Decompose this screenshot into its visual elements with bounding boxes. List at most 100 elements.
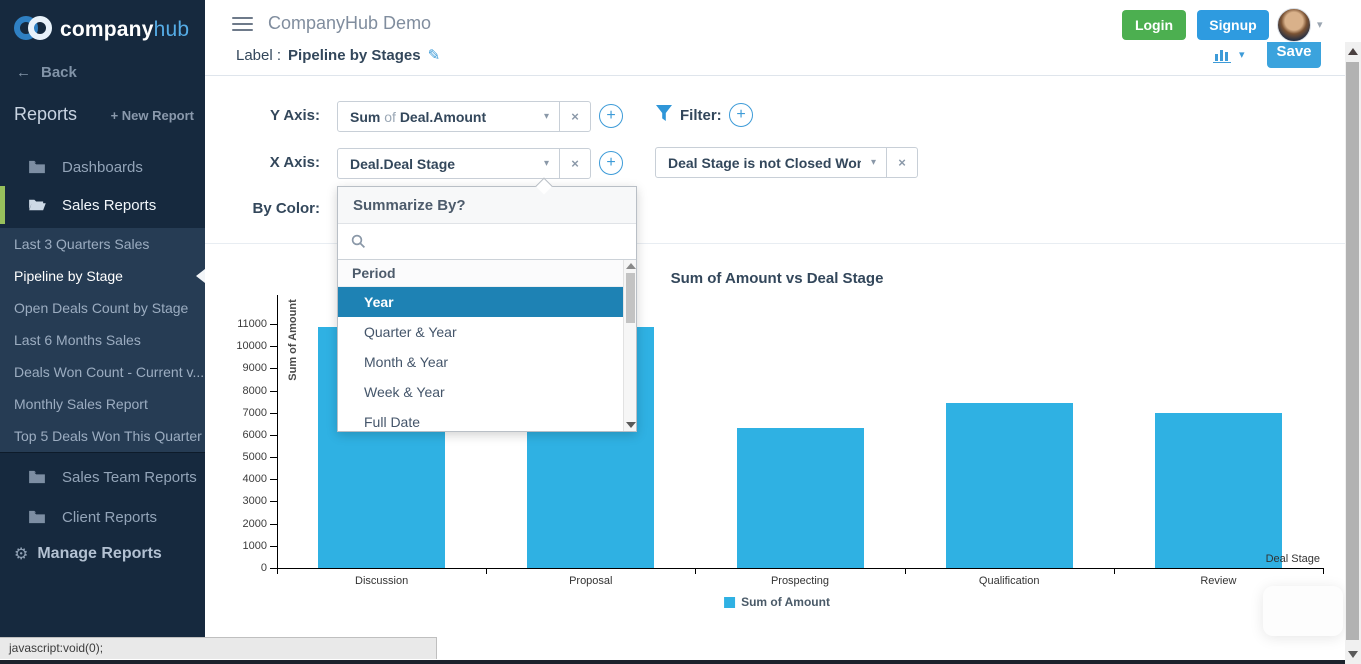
legend-item[interactable]: Sum of Amount xyxy=(724,595,830,609)
y-axis-dropdown[interactable]: Sum of Deal.Amount ▾ × xyxy=(337,101,591,132)
popover-group-header: Period xyxy=(338,260,636,287)
active-folder-indicator xyxy=(0,186,5,224)
signup-button[interactable]: Signup xyxy=(1197,10,1269,40)
x-tick-mark xyxy=(905,568,906,574)
hamburger-menu-icon[interactable] xyxy=(232,17,253,32)
x-axis-add-button[interactable]: + xyxy=(599,151,623,175)
x-tick-mark xyxy=(1114,568,1115,574)
y-tick-mark xyxy=(270,368,277,369)
y-tick-mark xyxy=(270,479,277,480)
y-tick-mark xyxy=(270,346,277,347)
sidebar-report-item[interactable]: Pipeline by Stage xyxy=(0,260,205,292)
y-axis-label: Y Axis: xyxy=(205,107,320,124)
y-tick-label: 1000 xyxy=(223,540,267,552)
x-category-label: Proposal xyxy=(486,575,695,587)
edit-pencil-icon[interactable]: ✎ xyxy=(428,46,441,64)
filter-label: Filter: xyxy=(680,107,722,124)
search-icon xyxy=(351,234,366,249)
scrollbar-up-icon[interactable] xyxy=(1348,48,1358,55)
bottom-edge-strip xyxy=(0,660,1345,664)
chart-y-axis-line xyxy=(277,295,278,568)
gear-icon: ⚙ xyxy=(14,544,28,563)
sidebar-item-sales-reports[interactable]: Sales Reports xyxy=(0,186,205,224)
page-title: CompanyHub Demo xyxy=(268,13,431,34)
popover-scrollbar[interactable] xyxy=(623,260,636,431)
y-tick-label: 11000 xyxy=(223,318,267,330)
bar-review[interactable] xyxy=(1155,413,1282,568)
popover-item[interactable]: Month & Year xyxy=(338,347,636,377)
back-button[interactable]: ← Back xyxy=(16,64,77,81)
chat-widget-button[interactable] xyxy=(1263,586,1343,636)
popover-item[interactable]: Week & Year xyxy=(338,377,636,407)
y-tick-label: 5000 xyxy=(223,451,267,463)
sidebar-item-sales-team-reports[interactable]: Sales Team Reports xyxy=(0,458,205,496)
filter-condition-dropdown[interactable]: Deal Stage is not Closed Won... ▾ × xyxy=(655,147,918,178)
chevron-down-icon: ▾ xyxy=(861,157,886,168)
filter-condition-value: Deal Stage is not Closed Won... xyxy=(656,155,861,171)
scrollbar-down-icon[interactable] xyxy=(1348,651,1358,658)
x-tick-mark xyxy=(486,568,487,574)
bar-qualification[interactable] xyxy=(946,403,1073,568)
filter-remove-button[interactable]: × xyxy=(886,148,917,177)
sidebar-report-item[interactable]: Last 3 Quarters Sales xyxy=(0,228,205,260)
chart-title: Sum of Amount vs Deal Stage xyxy=(671,270,884,287)
app-window: companyhub ← Back Reports + New Report D… xyxy=(0,0,1361,664)
sidebar-report-item[interactable]: Deals Won Count - Current v... xyxy=(0,356,205,388)
x-axis-dropdown[interactable]: Deal.Deal Stage ▾ × xyxy=(337,148,591,179)
y-tick-mark xyxy=(270,524,277,525)
x-axis-label: X Axis: xyxy=(205,154,320,171)
chart-type-button[interactable]: ▾ xyxy=(1213,46,1245,63)
main-content: CompanyHub Demo Login Signup ▾ Label : P… xyxy=(205,0,1361,664)
popover-item[interactable]: Quarter & Year xyxy=(338,317,636,347)
save-button[interactable]: Save xyxy=(1267,42,1321,68)
y-axis-add-button[interactable]: + xyxy=(599,104,623,128)
search-input[interactable] xyxy=(374,224,636,259)
popover-item[interactable]: Year xyxy=(338,287,636,317)
report-list: Last 3 Quarters SalesPipeline by StageOp… xyxy=(0,228,205,452)
popover-list: Period YearQuarter & YearMonth & YearWee… xyxy=(338,260,636,431)
scroll-down-icon[interactable] xyxy=(626,422,636,428)
filter-add-button[interactable]: + xyxy=(729,103,753,127)
label-prefix: Label : xyxy=(236,47,281,64)
sidebar-report-item[interactable]: Monthly Sales Report xyxy=(0,388,205,420)
y-tick-label: 8000 xyxy=(223,385,267,397)
sidebar-report-item[interactable]: Open Deals Count by Stage xyxy=(0,292,205,324)
new-report-button[interactable]: + New Report xyxy=(111,108,194,123)
popover-item[interactable]: Full Date xyxy=(338,407,636,431)
login-button[interactable]: Login xyxy=(1122,10,1186,40)
companyhub-logo[interactable]: companyhub xyxy=(14,12,189,48)
sidebar-item-dashboards[interactable]: Dashboards xyxy=(0,148,205,186)
avatar-caret-icon[interactable]: ▾ xyxy=(1317,18,1323,31)
companyhub-logo-icon xyxy=(14,16,56,44)
chart-y-axis-title: Sum of Amount xyxy=(287,299,299,380)
x-tick-mark xyxy=(695,568,696,574)
y-tick-label: 9000 xyxy=(223,362,267,374)
sidebar-item-client-reports[interactable]: Client Reports xyxy=(0,498,205,536)
by-color-label: By Color: xyxy=(205,200,320,217)
y-tick-label: 10000 xyxy=(223,340,267,352)
chart-x-axis-line xyxy=(277,568,1323,569)
y-tick-mark xyxy=(270,546,277,547)
y-tick-label: 6000 xyxy=(223,429,267,441)
x-axis-value: Deal.Deal Stage xyxy=(338,156,534,172)
legend-label: Sum of Amount xyxy=(741,595,830,609)
y-tick-label: 4000 xyxy=(223,473,267,485)
manage-reports-button[interactable]: ⚙ Manage Reports xyxy=(14,544,162,563)
vertical-scrollbar[interactable] xyxy=(1345,42,1361,664)
sidebar-report-item[interactable]: Top 5 Deals Won This Quarter xyxy=(0,420,205,452)
x-category-label: Discussion xyxy=(277,575,486,587)
y-tick-mark xyxy=(270,324,277,325)
scroll-up-icon[interactable] xyxy=(626,263,636,269)
bar-prospecting[interactable] xyxy=(737,428,864,568)
scrollbar-thumb[interactable] xyxy=(1346,62,1359,640)
chart-type-caret-icon: ▾ xyxy=(1239,48,1245,61)
avatar[interactable] xyxy=(1277,8,1311,42)
back-arrow-icon: ← xyxy=(16,64,31,81)
y-axis-remove-button[interactable]: × xyxy=(559,102,590,131)
sidebar-report-item[interactable]: Last 6 Months Sales xyxy=(0,324,205,356)
legend-swatch xyxy=(724,597,735,608)
popover-scrollbar-thumb[interactable] xyxy=(626,273,635,323)
y-tick-label: 3000 xyxy=(223,495,267,507)
active-report-indicator xyxy=(196,269,205,283)
x-axis-remove-button[interactable]: × xyxy=(559,149,590,178)
